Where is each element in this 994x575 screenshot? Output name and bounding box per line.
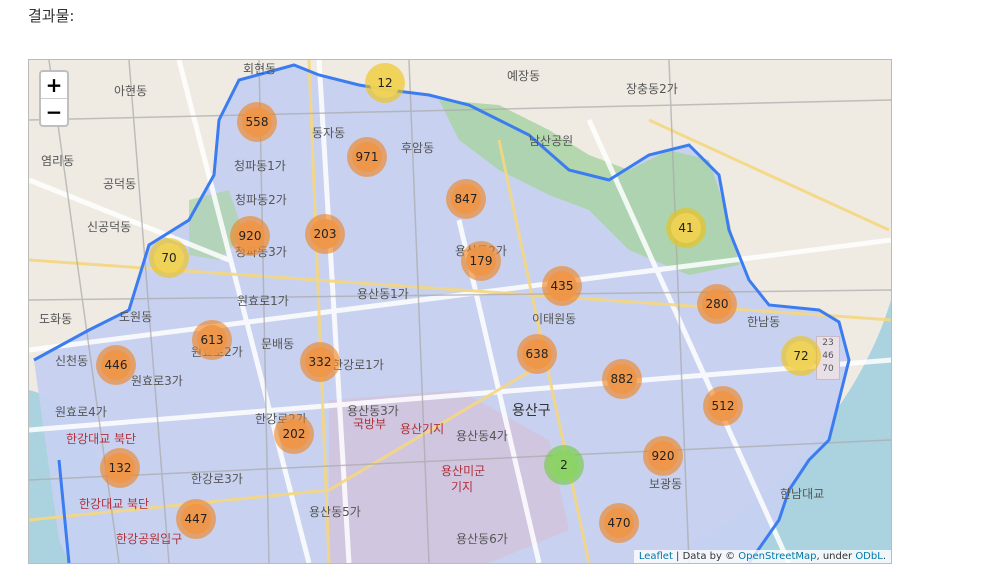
place-label: 염리동 (41, 154, 75, 168)
place-label: 한강대교 북단 (66, 432, 137, 446)
place-label: 이태원동 (532, 312, 577, 326)
attribution-text: . (882, 551, 886, 562)
place-label: 국방부 (353, 417, 387, 431)
place-label: 문배동 (261, 337, 295, 351)
cluster-count: 70 (154, 243, 184, 273)
place-label: 청파동2가 (235, 193, 287, 207)
cluster-count: 882 (607, 364, 637, 394)
cluster-marker[interactable]: 882 (602, 359, 642, 399)
cluster-marker[interactable]: 203 (305, 214, 345, 254)
leaflet-map[interactable]: + − 아현동 염리동 공덕동 신공덕동 도화동 도원동 원효로1가 원효로2가… (28, 59, 892, 564)
place-label: 청파동1가 (234, 159, 286, 173)
place-label: 원효로1가 (237, 294, 289, 308)
place-label: 도원동 (119, 310, 153, 324)
cluster-count: 558 (242, 107, 272, 137)
zoom-out-button[interactable]: − (41, 99, 67, 125)
place-label: 용산동5가 (309, 505, 361, 519)
place-label: 장충동2가 (626, 82, 678, 96)
attribution-text: | Data by © (672, 551, 739, 562)
map-attribution: Leaflet | Data by © OpenStreetMap, under… (633, 550, 891, 563)
cluster-marker[interactable]: 12 (365, 63, 405, 103)
odbl-link[interactable]: ODbL (855, 551, 883, 562)
place-label: 용산동6가 (456, 532, 508, 546)
cluster-count: 613 (197, 325, 227, 355)
cluster-count: 203 (310, 219, 340, 249)
place-label: 신천동 (55, 354, 89, 368)
cluster-count: 179 (466, 246, 496, 276)
cluster-marker[interactable]: 920 (230, 216, 270, 256)
cluster-count: 2 (549, 450, 579, 480)
cluster-marker[interactable]: 971 (347, 137, 387, 177)
cluster-count: 446 (101, 350, 131, 380)
cluster-count: 12 (370, 68, 400, 98)
zoom-in-button[interactable]: + (41, 72, 67, 99)
cluster-marker[interactable]: 179 (461, 241, 501, 281)
cluster-marker[interactable]: 446 (96, 345, 136, 385)
cluster-marker[interactable]: 512 (703, 386, 743, 426)
cluster-marker[interactable]: 70 (149, 238, 189, 278)
place-label: 남산공원 (529, 134, 574, 148)
cluster-count: 332 (305, 347, 335, 377)
place-label: 용산기지 (400, 422, 445, 436)
place-label: 한강공원입구 (116, 532, 183, 546)
cluster-count: 202 (279, 419, 309, 449)
cluster-count: 971 (352, 142, 382, 172)
place-label: 공덕동 (103, 177, 137, 191)
place-label: 한강로3가 (191, 472, 243, 486)
place-label: 용산미군 (441, 464, 486, 478)
place-label: 용산동4가 (456, 429, 508, 443)
cluster-count: 920 (235, 221, 265, 251)
cluster-marker[interactable]: 72 (781, 336, 821, 376)
cluster-marker[interactable]: 132 (100, 448, 140, 488)
cluster-marker[interactable]: 558 (237, 102, 277, 142)
cluster-count: 512 (708, 391, 738, 421)
cluster-count: 132 (105, 453, 135, 483)
cluster-count: 280 (702, 289, 732, 319)
cluster-marker[interactable]: 332 (300, 342, 340, 382)
place-label: 도화동 (39, 312, 73, 326)
place-label: 보광동 (649, 477, 683, 491)
place-label: 한남대교 (780, 487, 825, 501)
cluster-count: 847 (451, 184, 481, 214)
leaflet-link[interactable]: Leaflet (639, 551, 673, 562)
place-label: 회현동 (243, 62, 277, 76)
cluster-count: 470 (604, 508, 634, 538)
cluster-marker[interactable]: 613 (192, 320, 232, 360)
place-label: 한남동 (747, 315, 781, 329)
cluster-marker[interactable]: 202 (274, 414, 314, 454)
cluster-marker[interactable]: 2 (544, 445, 584, 485)
cluster-count: 72 (786, 341, 816, 371)
cluster-count: 447 (181, 504, 211, 534)
place-label: 기지 (451, 480, 474, 494)
place-label: 아현동 (114, 84, 148, 98)
cluster-marker[interactable]: 638 (517, 334, 557, 374)
cluster-marker[interactable]: 280 (697, 284, 737, 324)
osm-link[interactable]: OpenStreetMap (738, 551, 816, 562)
badge-line: 70 (822, 364, 834, 374)
badge-line: 23 (822, 338, 834, 348)
place-label: 동자동 (312, 126, 346, 140)
place-label: 용산동1가 (357, 287, 409, 301)
cluster-count: 435 (547, 271, 577, 301)
place-label: 신공덕동 (87, 220, 132, 234)
cluster-marker[interactable]: 920 (643, 436, 683, 476)
attribution-text: , under (816, 551, 856, 562)
district-label: 용산구 (512, 403, 551, 419)
cluster-count: 920 (648, 441, 678, 471)
place-label: 한강대교 북단 (79, 497, 150, 511)
place-label: 원효로3가 (131, 374, 183, 388)
cluster-marker[interactable]: 435 (542, 266, 582, 306)
cluster-marker[interactable]: 847 (446, 179, 486, 219)
cluster-count: 41 (671, 213, 701, 243)
page-heading: 결과물: (28, 7, 75, 25)
place-label: 후암동 (401, 141, 435, 155)
cluster-marker[interactable]: 447 (176, 499, 216, 539)
place-label: 원효로4가 (55, 405, 107, 419)
cluster-marker[interactable]: 470 (599, 503, 639, 543)
cluster-marker[interactable]: 41 (666, 208, 706, 248)
place-label: 예장동 (507, 69, 541, 83)
zoom-control: + − (39, 70, 69, 127)
cluster-count: 638 (522, 339, 552, 369)
